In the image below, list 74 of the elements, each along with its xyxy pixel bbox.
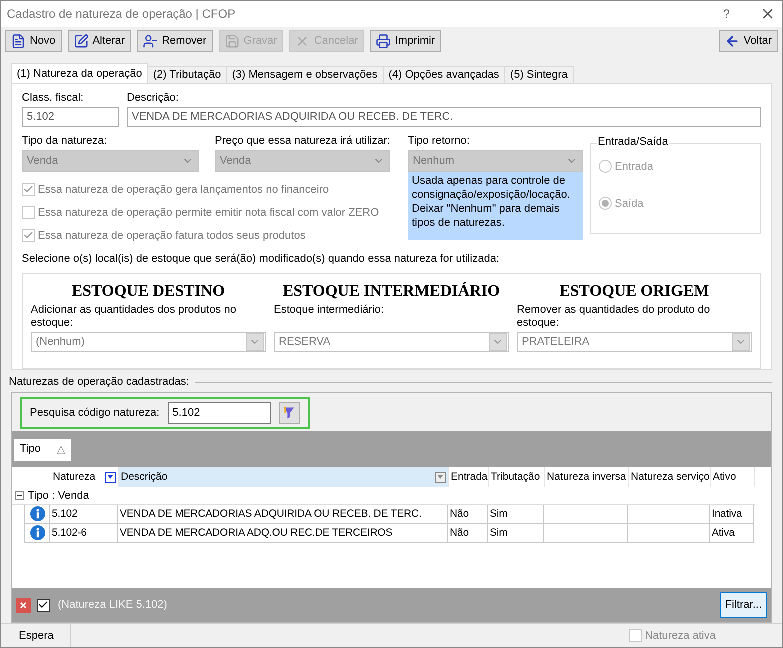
tab[interactable]: (5) Sintegra	[504, 66, 574, 84]
filter-icon[interactable]	[105, 472, 116, 483]
collapse-icon[interactable]	[15, 491, 24, 500]
info-icon	[30, 506, 46, 522]
field-label: Tipo da natureza:	[22, 135, 108, 150]
checkmark-icon	[23, 184, 34, 196]
stock-dropdown[interactable]: RESERVA	[274, 332, 509, 352]
tab[interactable]: (2) Tributação	[147, 66, 228, 84]
field-label: Estoque intermediário:	[274, 304, 386, 318]
field-label: Remover as quantidades do produto do estoque:	[517, 304, 712, 332]
tab[interactable]: (3) Mensagem e observações	[226, 66, 384, 84]
field-label: Class. fiscal:	[22, 92, 84, 106]
edit-icon	[74, 34, 89, 49]
field-label: Adicionar as quantidades dos produtos no estoque:	[31, 304, 238, 332]
column-header[interactable]: Natureza	[51, 467, 119, 488]
column-header[interactable]: Descrição	[119, 467, 449, 488]
checkbox[interactable]: Essa natureza de operação permite emitir nota fiscal com valor ZERO	[22, 201, 380, 224]
clear-filter-icon[interactable]	[16, 598, 31, 613]
search-button[interactable]	[278, 402, 300, 424]
tab[interactable]: (1) Natureza da operação	[11, 63, 148, 84]
column-header[interactable]: Entrada	[449, 467, 489, 488]
stock-title: ESTOQUE ORIGEM	[558, 282, 710, 302]
filter-button[interactable]: Filtrar...	[720, 592, 767, 618]
table-cell: Não	[448, 505, 488, 524]
field-label: Preço que essa natureza irá utilizar:	[215, 135, 390, 150]
table-cell: VENDA DE MERCADORIAS ADQUIRIDA OU RECEB. DE TERC.	[118, 505, 448, 524]
funnel-icon	[282, 406, 296, 420]
stock-instruction: Selecione o(s) local(is) de estoque que será(ão) modificado(s) quando essa natureza for utilizada:	[22, 253, 500, 268]
table-cell: Sim	[488, 524, 544, 544]
toolbar-button[interactable]: Remover	[137, 30, 213, 52]
window-title: Cadastro de natureza de operação | CFOP	[7, 6, 237, 21]
table-cell: Sim	[488, 505, 544, 524]
field-label: Tipo retorno:	[408, 135, 470, 150]
checkbox[interactable]: Essa natureza de operação gera lançamentos no financeiro	[22, 178, 330, 202]
field-label: Pesquisa código natureza:	[30, 407, 160, 420]
table-cell: Não	[448, 524, 488, 544]
group-row[interactable]: Tipo : Venda	[12, 487, 755, 506]
status-text: Espera	[1, 624, 71, 647]
printer-icon	[376, 34, 392, 49]
group-by-chip[interactable]: Tipo △	[14, 439, 71, 462]
info-icon	[30, 525, 46, 542]
column-header[interactable]: Natureza serviço	[629, 467, 711, 488]
toolbar-button[interactable]: Novo	[5, 30, 62, 52]
stock-dropdown[interactable]: (Nenhum)	[31, 332, 266, 352]
table-cell: Ativa	[710, 524, 754, 544]
search-field[interactable]: 5.102	[168, 402, 271, 424]
checkbox[interactable]: Essa natureza de operação fatura todos seus produtos	[22, 224, 306, 248]
person-minus-icon	[143, 34, 158, 49]
back-button[interactable]: Voltar	[718, 30, 778, 52]
description-field[interactable]: VENDA DE MERCADORIAS ADQUIRIDA OU RECEB. DE TERC.	[127, 107, 761, 128]
floppy-icon	[224, 34, 240, 49]
table-cell: Inativa	[710, 505, 754, 524]
checkbox[interactable]	[37, 598, 50, 612]
column-header[interactable]: Tributação	[489, 467, 545, 488]
table-cell: 5.102-6	[50, 524, 118, 544]
column-header[interactable]: Ativo	[711, 467, 755, 488]
column-header[interactable]: Natureza inversa	[545, 467, 629, 488]
checkmark-icon	[23, 230, 34, 242]
toolbar-button[interactable]: Imprimir	[370, 30, 442, 52]
stock-dropdown[interactable]: PRATELEIRA	[517, 332, 752, 352]
help-button[interactable]: ?	[723, 6, 730, 21]
class-fiscal-field[interactable]: 5.102	[22, 107, 119, 128]
stock-title: ESTOQUE INTERMEDIÁRIO	[282, 282, 502, 302]
table-cell: 5.102	[50, 505, 118, 524]
stock-title: ESTOQUE DESTINO	[70, 282, 226, 302]
field-label: Descrição:	[127, 92, 179, 106]
toolbar-button[interactable]: Alterar	[68, 30, 132, 52]
table-cell: VENDA DE MERCADORIA ADQ.OU REC.DE TERCEIROS	[118, 524, 448, 544]
tab[interactable]: (4) Opções avançadas	[382, 66, 506, 84]
section-title: Naturezas de operação cadastradas:	[9, 376, 190, 388]
document-icon	[11, 34, 26, 49]
group-title: Entrada/Saída	[597, 136, 670, 148]
info-note: Usada apenas para controle de consignação/exposição/locação. Deixar "Nenhum" para demais tipos de naturezas.	[408, 172, 583, 240]
filter-expression: (Natureza LIKE 5.102)	[58, 599, 168, 612]
